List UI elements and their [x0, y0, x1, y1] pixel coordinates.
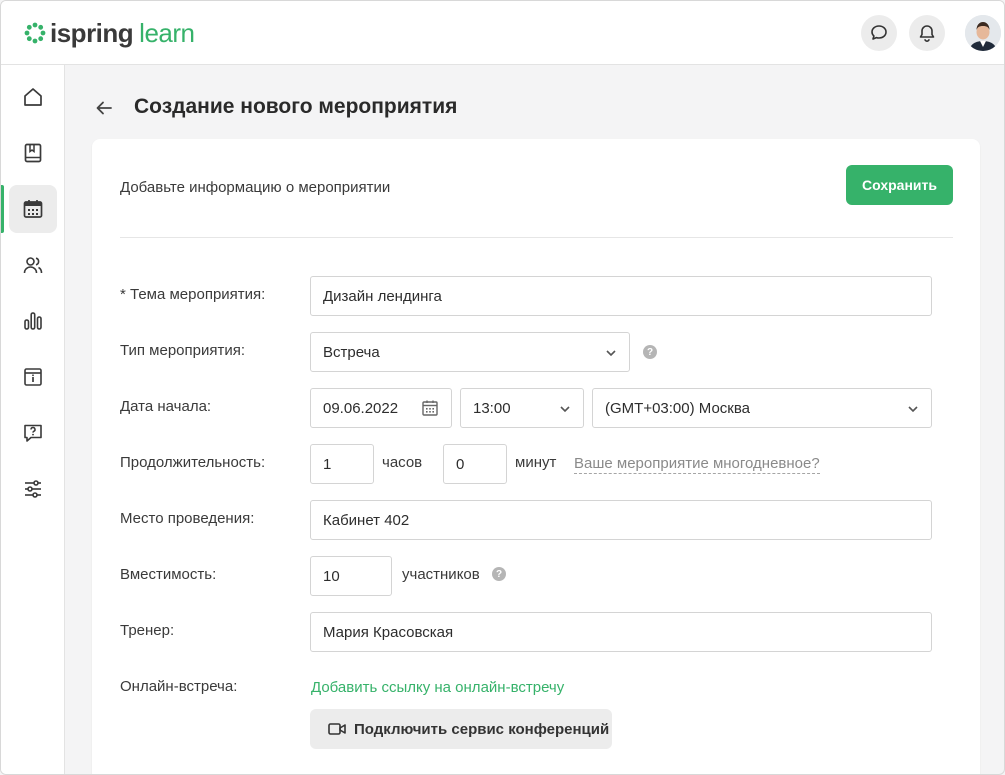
type-value: Встреча	[323, 343, 380, 361]
sidebar-nav	[1, 65, 65, 774]
capacity-label: Вместимость:	[120, 566, 217, 583]
duration-minutes-input[interactable]: 0	[443, 444, 507, 484]
chevron-down-icon	[606, 350, 616, 357]
start-date-value: 09.06.2022	[323, 399, 399, 417]
chevron-down-icon	[560, 406, 570, 413]
user-photo	[965, 15, 1001, 51]
logo-flower-icon	[24, 22, 46, 44]
notifications-button[interactable]	[909, 15, 945, 51]
start-time-value: 13:00	[473, 399, 511, 417]
location-input[interactable]: Кабинет 402	[310, 500, 932, 540]
sidebar-item-info[interactable]	[9, 353, 57, 401]
online-label: Онлайн-встреча:	[120, 678, 238, 695]
sidebar-item-courses[interactable]	[9, 129, 57, 177]
type-label: Тип мероприятия:	[120, 342, 246, 359]
sidebar-item-calendar[interactable]	[9, 185, 57, 233]
sidebar-item-home[interactable]	[9, 73, 57, 121]
location-value: Кабинет 402	[323, 511, 410, 529]
sliders-icon	[25, 480, 41, 498]
type-select[interactable]: Встреча	[310, 332, 630, 372]
info-card-icon	[24, 368, 42, 386]
duration-label: Продолжительность:	[120, 454, 266, 471]
type-help-icon[interactable]: ?	[643, 345, 657, 359]
video-camera-icon	[328, 723, 346, 735]
active-indicator	[1, 185, 4, 233]
sidebar-item-reports[interactable]	[9, 297, 57, 345]
arrow-left-icon	[96, 101, 112, 115]
sidebar-item-users[interactable]	[9, 241, 57, 289]
timezone-select[interactable]: (GMT+03:00) Москва	[592, 388, 932, 428]
messages-button[interactable]	[861, 15, 897, 51]
start-date-input[interactable]: 09.06.2022	[310, 388, 452, 428]
trainer-label: Тренер:	[120, 622, 175, 639]
duration-hours-input[interactable]: 1	[310, 444, 374, 484]
capacity-help-icon[interactable]: ?	[492, 567, 506, 581]
top-header: ispring learn	[1, 1, 1004, 65]
multiday-link[interactable]: Ваше мероприятие многодневное?	[574, 455, 820, 474]
capacity-unit-label: участников	[402, 566, 480, 583]
hours-unit-label: часов	[382, 454, 423, 471]
ispring-learn-logo[interactable]: ispring learn	[23, 18, 195, 48]
topic-value: Дизайн лендинга	[323, 287, 442, 305]
capacity-input[interactable]: 10	[310, 556, 392, 596]
start-date-label: Дата начала:	[120, 398, 212, 415]
home-icon	[24, 88, 42, 106]
bell-icon	[919, 25, 935, 42]
logo-text-learn: learn	[139, 17, 195, 48]
start-time-select[interactable]: 13:00	[460, 388, 584, 428]
form-subtitle: Добавьте информацию о мероприятии	[120, 179, 391, 196]
topic-label: * Тема мероприятия:	[120, 286, 266, 303]
page-title: Создание нового мероприятия	[134, 95, 458, 118]
back-button[interactable]	[91, 95, 117, 121]
help-chat-icon	[24, 424, 42, 442]
trainer-input[interactable]: Мария Красовская	[310, 612, 932, 652]
timezone-value: (GMT+03:00) Москва	[605, 399, 750, 417]
logo-text-ispring: ispring	[50, 17, 134, 48]
location-label: Место проведения:	[120, 510, 255, 527]
bar-chart-icon	[24, 312, 42, 330]
duration-hours-value: 1	[323, 455, 332, 473]
book-icon	[24, 143, 42, 163]
minutes-unit-label: минут	[515, 454, 557, 471]
chevron-down-icon	[908, 406, 918, 413]
divider	[120, 237, 953, 238]
calendar-small-icon[interactable]	[421, 399, 439, 417]
app-window: ispring learn Создание нового мероприяти…	[0, 0, 1005, 775]
connect-conference-label: Подключить сервис конференций	[354, 720, 610, 738]
event-form-card: Добавьте информацию о мероприятии Сохран…	[92, 139, 980, 774]
sidebar-item-help[interactable]	[9, 409, 57, 457]
user-avatar[interactable]	[965, 15, 1001, 51]
sidebar-item-settings[interactable]	[9, 465, 57, 513]
users-icon	[23, 257, 43, 274]
trainer-value: Мария Красовская	[323, 623, 454, 641]
add-online-link[interactable]: Добавить ссылку на онлайн-встречу	[311, 679, 564, 696]
calendar-icon	[23, 200, 43, 218]
chat-bubble-icon	[871, 25, 887, 40]
connect-conference-button[interactable]: Подключить сервис конференций	[310, 709, 612, 749]
topic-input[interactable]: Дизайн лендинга	[310, 276, 932, 316]
save-button[interactable]: Сохранить	[846, 165, 953, 205]
capacity-value: 10	[323, 567, 340, 585]
duration-minutes-value: 0	[456, 455, 465, 473]
